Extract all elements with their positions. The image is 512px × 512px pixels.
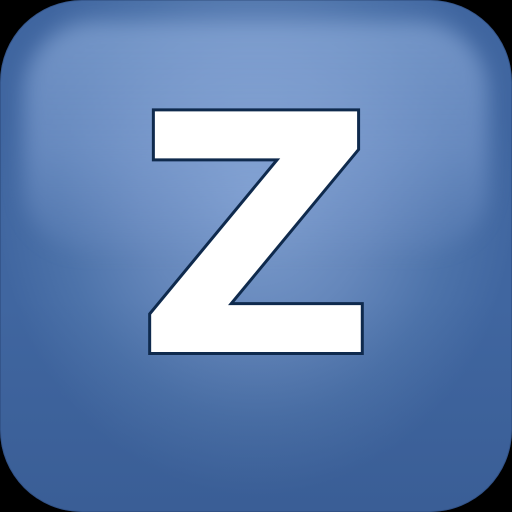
icon-letter: Z (136, 46, 375, 430)
letter-z-icon: Z (133, 43, 378, 433)
app-icon-tile[interactable]: Z (0, 0, 512, 512)
